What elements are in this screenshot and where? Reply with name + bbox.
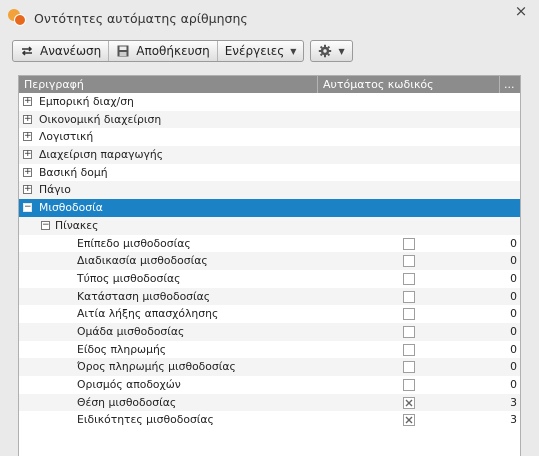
counter-value: 0: [510, 289, 517, 303]
counter-value: 0: [510, 324, 517, 338]
toolbar: Ανανέωση Αποθήκευση Ενέργειες ▼ ▼: [12, 40, 353, 62]
tree-node[interactable]: − Πίνακες: [19, 216, 520, 235]
tree-node-label: Λογιστική: [39, 130, 94, 144]
toolbar-main-group: Ανανέωση Αποθήκευση Ενέργειες ▼: [12, 40, 305, 62]
refresh-button[interactable]: Ανανέωση: [13, 41, 110, 61]
auto-code-checkbox[interactable]: [403, 414, 415, 427]
collapse-icon[interactable]: −: [41, 220, 50, 230]
counter-value: 3: [510, 395, 517, 409]
tree-node[interactable]: + Βασική δομή: [19, 164, 520, 182]
auto-code-checkbox[interactable]: [403, 361, 415, 374]
tree-node-label: Βασική δομή: [39, 165, 108, 179]
auto-code-checkbox[interactable]: [403, 379, 415, 391]
tree-leaf-row[interactable]: Είδος πληρωμής 0: [19, 341, 520, 359]
title-bar: Οντότητες αυτόματης αρίθμησης ×: [0, 0, 539, 36]
tree-node[interactable]: + Εμπορική διαχ/ση: [19, 93, 520, 111]
expand-icon[interactable]: +: [23, 132, 32, 142]
column-chooser-button[interactable]: ...: [500, 76, 520, 93]
grid-header: Περιγραφή Αυτόματος κωδικός ...: [19, 76, 520, 93]
tree-node[interactable]: + Διαχείριση παραγωγής: [19, 146, 520, 164]
tree-node[interactable]: + Πάγιο: [19, 181, 520, 200]
gear-icon: [318, 44, 332, 58]
counter-value: 0: [510, 342, 517, 356]
tree-leaf-row[interactable]: Τύπος μισθοδοσίας 0: [19, 270, 520, 288]
tree-node-label: Ομάδα μισθοδοσίας: [77, 324, 185, 338]
tree-node-label: Οικονομική διαχείριση: [39, 112, 162, 126]
chevron-down-icon: ▼: [290, 46, 297, 56]
tree-leaf-row[interactable]: Επίπεδο μισθοδοσίας 0: [19, 235, 520, 253]
tree-node-label: Αιτία λήξης απασχόλησης: [77, 307, 219, 321]
tree-node-label: Κατάσταση μισθοδοσίας: [77, 289, 211, 303]
auto-code-checkbox[interactable]: [403, 237, 415, 250]
counter-value: 0: [510, 378, 517, 391]
tree-node-label: Μισθοδοσία: [39, 201, 103, 215]
close-button[interactable]: ×: [513, 4, 529, 20]
auto-code-checkbox[interactable]: [403, 290, 415, 303]
expand-icon[interactable]: +: [23, 150, 32, 160]
tree-leaf-row[interactable]: Κατάσταση μισθοδοσίας 0: [19, 287, 520, 306]
save-icon: [116, 44, 130, 58]
tree-node-label: Εμπορική διαχ/ση: [39, 95, 134, 108]
tree-leaf-row[interactable]: Διαδικασία μισθοδοσίας 0: [19, 252, 520, 270]
tree-node-label: Επίπεδο μισθοδοσίας: [77, 236, 191, 250]
counter-value: 0: [510, 360, 517, 374]
expand-icon[interactable]: +: [23, 167, 32, 177]
tree-leaf-row[interactable]: Αιτία λήξης απασχόλησης 0: [19, 305, 520, 323]
counter-value: 0: [510, 307, 517, 321]
tree-node-label: Όρος πληρωμής μισθοδοσίας: [77, 360, 236, 374]
tree-node[interactable]: + Λογιστική: [19, 128, 520, 146]
tree-node-label: Διαχείριση παραγωγής: [39, 148, 164, 162]
column-header-auto-code[interactable]: Αυτόματος κωδικός: [318, 76, 500, 93]
counter-value: 0: [510, 236, 517, 250]
settings-dropdown[interactable]: ▼: [311, 41, 351, 61]
actions-label: Ενέργειες: [224, 44, 285, 58]
collapse-icon[interactable]: −: [23, 203, 32, 213]
expand-icon[interactable]: +: [23, 114, 32, 124]
tree-node-label: Ορισμός αποδοχών: [77, 378, 181, 391]
grid-body: + Εμπορική διαχ/ση + Οικονομική διαχείριση +…: [19, 93, 520, 429]
tree-leaf-row[interactable]: Ειδικότητες μισθοδοσίας 3: [19, 411, 520, 429]
refresh-label: Ανανέωση: [40, 44, 102, 58]
toolbar-settings-group: ▼: [310, 40, 353, 62]
tree-node-label: Πίνακες: [55, 218, 99, 232]
actions-dropdown[interactable]: Ενέργειες ▼: [218, 41, 304, 61]
chevron-down-icon: ▼: [338, 46, 345, 56]
expand-icon[interactable]: +: [23, 97, 32, 106]
entities-tree-grid: Περιγραφή Αυτόματος κωδικός ... + Εμπορικ…: [18, 75, 521, 456]
auto-code-checkbox[interactable]: [403, 325, 415, 338]
save-button[interactable]: Αποθήκευση: [109, 41, 218, 61]
tree-leaf-row[interactable]: Ορισμός αποδοχών 0: [19, 376, 520, 394]
expand-icon[interactable]: +: [23, 185, 32, 195]
tree-node-label: Διαδικασία μισθοδοσίας: [77, 254, 208, 268]
window-title: Οντότητες αυτόματης αρίθμησης: [34, 11, 248, 26]
app-logo-icon: [8, 9, 26, 27]
auto-code-checkbox[interactable]: [403, 272, 415, 285]
counter-value: 0: [510, 254, 517, 268]
refresh-icon: [20, 44, 34, 58]
column-header-description[interactable]: Περιγραφή: [19, 76, 318, 93]
tree-leaf-row[interactable]: Ομάδα μισθοδοσίας 0: [19, 322, 520, 341]
counter-value: 3: [510, 413, 517, 427]
tree-node[interactable]: − Μισθοδοσία: [19, 199, 520, 217]
tree-leaf-row[interactable]: Όρος πληρωμής μισθοδοσίας 0: [19, 358, 520, 376]
tree-node-label: Τύπος μισθοδοσίας: [77, 271, 181, 285]
tree-node-label: Θέση μισθοδοσίας: [77, 395, 177, 409]
tree-node[interactable]: + Οικονομική διαχείριση: [19, 110, 520, 129]
tree-node-label: Πάγιο: [39, 183, 71, 197]
auto-code-checkbox[interactable]: [403, 396, 415, 409]
tree-node-label: Είδος πληρωμής: [77, 342, 167, 356]
counter-value: 0: [510, 271, 517, 285]
auto-code-checkbox[interactable]: [403, 308, 415, 321]
tree-leaf-row[interactable]: Θέση μισθοδοσίας 3: [19, 393, 520, 412]
save-label: Αποθήκευση: [136, 44, 210, 58]
auto-code-checkbox[interactable]: [403, 343, 415, 356]
auto-code-checkbox[interactable]: [403, 255, 415, 268]
tree-node-label: Ειδικότητες μισθοδοσίας: [77, 413, 214, 427]
